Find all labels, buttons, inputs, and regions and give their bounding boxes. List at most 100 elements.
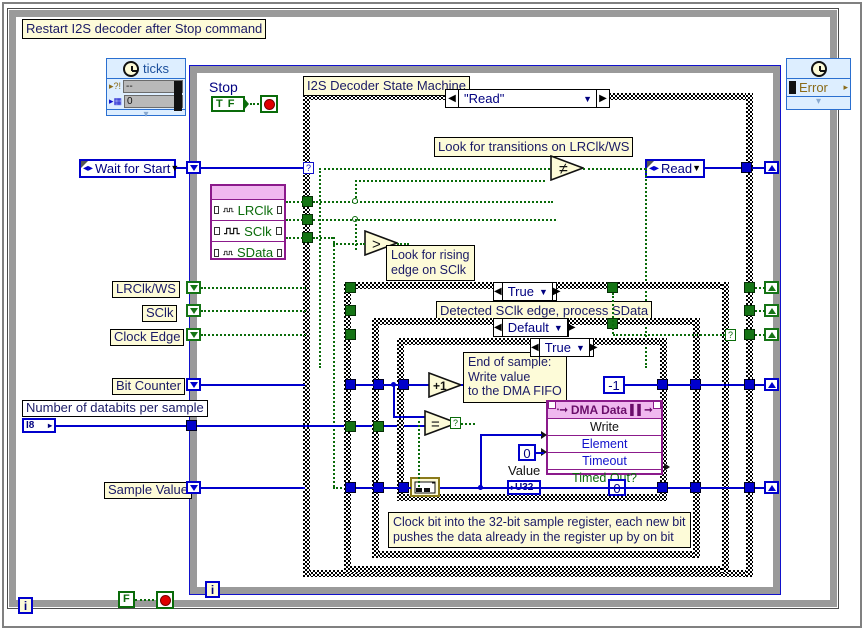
false-constant[interactable]: F [118,591,135,608]
tunnel-true-bitcounter [345,379,356,390]
sr-out-clockedge-icon [767,331,776,338]
ticks-side-bar [174,81,182,111]
fifo-dogear-left [548,401,556,409]
wait-for-start-text: Wait for Start [95,161,171,176]
error-node[interactable]: Error ▸ ▾ [786,58,851,110]
sr-out-bitcounter-icon [767,381,776,388]
signal-row-sdata[interactable]: SData [212,242,284,263]
page-icon-3b [277,248,282,257]
sr-out-lrclk-icon [767,284,776,291]
read-enum-dropdown-icon[interactable]: ▼ [692,161,701,176]
case-selector-read[interactable]: ◀ "Read" ▼ ▶ [445,89,610,108]
case-true-prev-arrow[interactable]: ◀ [494,283,503,300]
square-wave-icon-1 [222,207,234,213]
shift-register-lrclk[interactable] [186,281,201,294]
bool-lrclk-run [313,201,553,203]
fifo-row-timedout[interactable]: Timed Out? [548,470,661,487]
wire-top-out-1 [668,384,748,386]
not-equal-glyph: ≠ [559,161,568,178]
page-icon-2b [275,227,283,235]
fifo-in-arrow-icon: ‧➞ [556,404,568,416]
tunnel-true-clockedge [345,329,356,340]
shift-register-left-state[interactable] [186,161,201,174]
tunnel-out-clockedge [744,329,755,340]
lrclk-transitions-comment: Look for transitions on LRClk/WS [434,137,634,157]
fifo-row-element[interactable]: Element [548,436,661,453]
shift-register-right-state[interactable] [764,161,779,174]
case-true-next-arrow[interactable]: ▶ [551,283,561,300]
case-inner-left-border [397,338,404,501]
fifo-row-write[interactable]: Write [548,419,661,436]
case-next-arrow[interactable]: ▶ [596,90,609,107]
databits-terminal[interactable]: I8 ▸ [22,418,56,433]
shift-register-clock-edge[interactable] [186,328,201,341]
case-default-next-arrow[interactable]: ▶ [566,319,576,336]
ticks-node[interactable]: ticks ▸?! -- ▸▦ 0 ▾ [106,58,186,120]
case-dropdown-icon[interactable]: ▼ [583,94,596,104]
wire-databits-2 [197,425,427,427]
outer-stop-led-dot [159,594,171,606]
tunnel-true-samplevalue [345,482,356,493]
tunnel-inner-right-1 [657,379,668,390]
timeout-zero-constant[interactable]: 0 [518,444,536,461]
read-enum[interactable]: ◂▸ Read ▼ [645,159,705,178]
case-true-right-border [722,282,729,573]
fifo-row-timeout[interactable]: Timeout [548,453,661,470]
signal-row-lrclk[interactable]: LRClk [212,200,284,221]
stop-led-indicator[interactable] [260,95,278,113]
wire-out-lrclk [755,287,765,289]
error-expand-arrow[interactable]: ▾ [787,96,850,107]
inner-loop-iteration-terminal: i [205,581,220,598]
wire-samplevalue [201,487,305,489]
wire-out-bitcounter [755,384,765,386]
clock-icon [123,60,139,77]
signal-row-sclk[interactable]: SClk [212,221,284,242]
dma-fifo-node[interactable]: ‧➞ DMA Data ▌▌➞ Write Element Timeout Ti… [546,400,663,485]
sample-register-node[interactable] [410,477,440,497]
stop-boolean-constant[interactable]: T F [211,96,245,112]
chip-icon: ▸▦ [109,96,123,106]
wire-inc-to-eq [393,416,426,418]
shift-register-out-samplevalue[interactable] [764,481,779,494]
terminal-label-clock-edge: Clock Edge [110,329,185,346]
signal-io-node[interactable]: LRClk SClk SData [210,184,286,260]
sr-lrclk-down-icon [189,284,198,291]
case-prev-arrow[interactable]: ◀ [446,90,459,107]
case-inner-dropdown-icon[interactable]: ▼ [576,343,589,353]
bool-sdata-run [313,237,333,239]
shift-register-out-clockedge[interactable] [764,328,779,341]
shift-register-sample-value[interactable] [186,481,201,494]
not-equal-function[interactable]: ≠ [550,155,584,181]
shift-register-out-lrclk[interactable] [764,281,779,294]
sr-out-samplevalue-icon [767,484,776,491]
iter-label-inner: i [210,583,215,597]
tunnel-state-in: ? [303,162,314,174]
bool-sclk-run [313,219,556,221]
case-true-dropdown-icon[interactable]: ▼ [539,287,552,297]
tunnel-true-lrclk [345,282,356,293]
outer-loop-stop-indicator[interactable] [156,591,174,609]
case-default-dropdown-icon[interactable]: ▼ [554,323,567,333]
wire-register-in [356,487,411,489]
clock-bit-comment: Clock bit into the 32-bit sample registe… [388,512,691,548]
minus-one-constant[interactable]: -1 [603,376,625,394]
shift-register-bit-counter[interactable] [186,378,201,391]
signal-name-sdata: SData [237,245,274,260]
case-selector-true-outer[interactable]: ◀ True ▼ ▶ [493,282,561,301]
shift-register-sclk[interactable] [186,304,201,317]
wait-for-start-enum[interactable]: ◂▸ Wait for Start ▼ [79,159,179,178]
stop-bool-text: T F [216,98,236,110]
shift-register-out-bitcounter[interactable] [764,378,779,391]
tunnel-out-bitcounter [744,379,755,390]
case-default-text: Default [507,320,549,335]
shift-register-out-sclk[interactable] [764,304,779,317]
case-selector-default[interactable]: ◀ Default ▼ ▶ [493,318,576,337]
case-inner-next-arrow[interactable]: ▶ [588,339,598,356]
case-selector-true-inner[interactable]: ◀ True ▼ ▶ [530,338,598,357]
case-default-prev-arrow[interactable]: ◀ [494,319,503,336]
bool-bus-top-v [319,168,321,368]
sig-wire-sdata [286,237,303,239]
wire-bitcounter [201,384,305,386]
increment-function[interactable]: +1 [428,372,462,398]
case-inner-prev-arrow[interactable]: ◀ [531,339,540,356]
